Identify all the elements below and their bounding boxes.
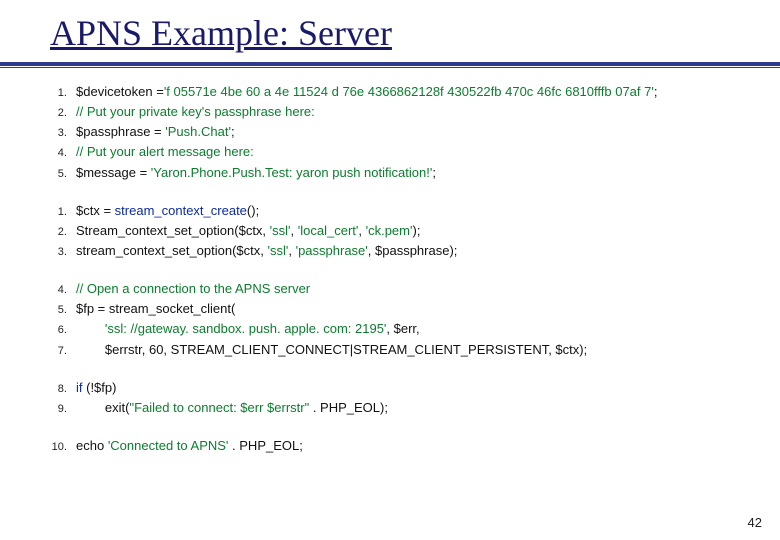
title-wrap: APNS Example: Server — [0, 0, 780, 60]
slide: APNS Example: Server $devicetoken ='f 05… — [0, 0, 780, 540]
code-line: $devicetoken ='f 05571e 4be 60 a 4e 1152… — [70, 82, 750, 102]
code-line: Stream_context_set_option($ctx, 'ssl', '… — [70, 221, 750, 241]
slide-body: $devicetoken ='f 05571e 4be 60 a 4e 1152… — [0, 68, 780, 456]
slide-title: APNS Example: Server — [50, 12, 780, 60]
code-line: // Put your alert message here: — [70, 142, 750, 162]
code-block: $ctx = stream_context_create();Stream_co… — [40, 201, 750, 261]
code-line: $message = 'Yaron.Phone.Push.Test: yaron… — [70, 163, 750, 183]
code-line: exit("Failed to connect: $err $errstr" .… — [70, 398, 750, 418]
code-line: // Put your private key's passphrase her… — [70, 102, 750, 122]
code-block: // Open a connection to the APNS server$… — [40, 279, 750, 360]
code-block: if (!$fp) exit("Failed to connect: $err … — [40, 378, 750, 418]
code-block: $devicetoken ='f 05571e 4be 60 a 4e 1152… — [40, 82, 750, 183]
code-block: echo 'Connected to APNS' . PHP_EOL; — [40, 436, 750, 456]
code-line: stream_context_set_option($ctx, 'ssl', '… — [70, 241, 750, 261]
title-rule — [0, 62, 780, 68]
code-line: echo 'Connected to APNS' . PHP_EOL; — [70, 436, 750, 456]
code-line: 'ssl: //gateway. sandbox. push. apple. c… — [70, 319, 750, 339]
code-line: $fp = stream_socket_client( — [70, 299, 750, 319]
code-line: if (!$fp) — [70, 378, 750, 398]
page-number: 42 — [748, 515, 762, 530]
code-line: $passphrase = 'Push.Chat'; — [70, 122, 750, 142]
code-line: $errstr, 60, STREAM_CLIENT_CONNECT|STREA… — [70, 340, 750, 360]
code-line: // Open a connection to the APNS server — [70, 279, 750, 299]
code-line: $ctx = stream_context_create(); — [70, 201, 750, 221]
